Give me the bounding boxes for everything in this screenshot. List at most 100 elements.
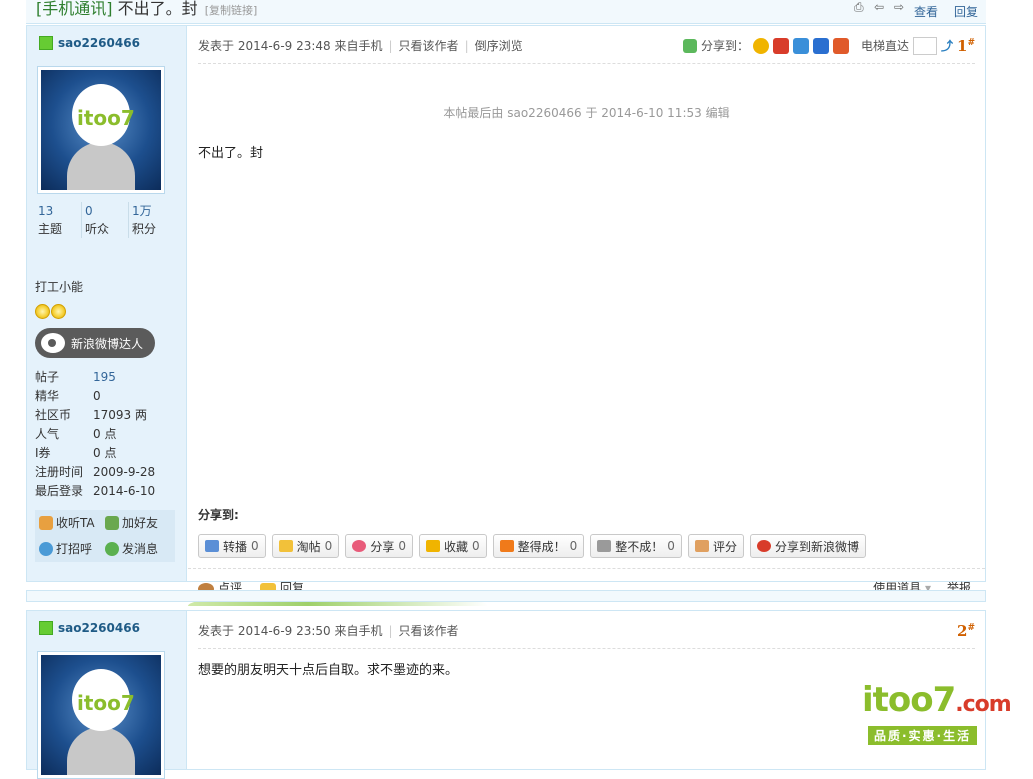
profile-value: 0 点 xyxy=(93,427,117,441)
stat-label: 听众 xyxy=(85,222,110,236)
online-status-icon xyxy=(39,36,53,50)
folder-icon xyxy=(278,540,293,552)
share-weibo-button[interactable]: 分享到新浪微博 xyxy=(749,534,866,558)
stat-label: 积分 xyxy=(132,222,157,236)
heart-icon xyxy=(352,540,367,552)
qzone-icon[interactable] xyxy=(752,37,769,54)
repost-icon xyxy=(205,540,219,552)
button-count: 0 xyxy=(667,539,675,553)
author-name-text: sao2260466 xyxy=(58,621,140,635)
add-friend-button[interactable]: 加好友 xyxy=(105,512,171,534)
button-count: 0 xyxy=(398,539,406,553)
renren-icon[interactable] xyxy=(812,37,829,54)
next-thread-icon[interactable]: ⇨ xyxy=(894,0,908,14)
button-label: 分享 xyxy=(370,539,395,554)
post-separator xyxy=(26,590,986,602)
rate-button[interactable]: 评分 xyxy=(687,534,744,558)
replies-stat: 回复 xyxy=(954,3,978,20)
post-2: sao2260466 itoo7 发表于 2014-6-9 23:50 来自手机… xyxy=(26,610,986,779)
button-label: 整得成！ xyxy=(517,539,566,554)
elevator-go-icon[interactable]: ⤴ xyxy=(941,37,953,54)
avatar-logo-text: itoo7 xyxy=(77,691,135,715)
online-status-icon xyxy=(39,621,53,635)
button-label: 收藏 xyxy=(443,539,468,554)
button-label: 淘帖 xyxy=(296,539,321,554)
action-label: 打招呼 xyxy=(56,542,93,556)
profile-value: 0 点 xyxy=(93,446,117,460)
avatar-logo-text: itoo7 xyxy=(77,106,135,130)
kaixin-icon[interactable] xyxy=(832,37,849,54)
only-author-link[interactable]: 只看该作者 xyxy=(399,37,459,54)
button-count: 0 xyxy=(471,539,480,553)
button-count: 0 xyxy=(251,539,259,553)
floor-number-value: 2 xyxy=(957,621,968,640)
stat-num: 13 xyxy=(38,204,54,218)
action-label: 加好友 xyxy=(122,516,159,530)
watermark-tagline: 品质·实惠·生活 xyxy=(868,726,978,745)
user-rank: 打工小能 xyxy=(35,280,84,294)
watermark-brand-text: itoo7 xyxy=(862,680,956,720)
views-stat: 查看 xyxy=(914,3,938,20)
message-icon xyxy=(105,542,119,556)
avatar[interactable]: itoo7 xyxy=(37,651,165,779)
profile-key: 注册时间 xyxy=(35,465,84,479)
profile-key: 最后登录 xyxy=(35,484,84,498)
upvote-button[interactable]: 整得成！ 0 xyxy=(492,534,585,558)
stat-label: 主题 xyxy=(38,222,63,236)
author-name[interactable]: sao2260466 xyxy=(39,36,140,50)
share-button[interactable]: 分享 0 xyxy=(345,534,413,558)
post-meta: 发表于 2014-6-9 23:48 来自手机 | 只看该作者 | 倒序浏览 分… xyxy=(198,34,975,64)
post-content: 不出了。封 xyxy=(198,146,264,161)
author-profile: 帖子 195 精华 0 社区币 17093 两 人气 0 点 I券 0 点 注册时间 200… xyxy=(35,368,155,501)
weibo-icon xyxy=(756,540,771,552)
star-icon xyxy=(51,304,66,319)
profile-value: 2014-6-10 xyxy=(93,484,156,498)
message-button[interactable]: 发消息 xyxy=(105,538,171,560)
copy-link[interactable]: [复制链接] xyxy=(205,4,258,17)
post-1: sao2260466 itoo7 13 主题 0 听众 1万 积分 打工小能 新浪微博… xyxy=(26,25,986,606)
button-label: 整不成！ xyxy=(615,539,664,554)
stat-num: 1万 xyxy=(132,204,152,218)
floor-number-value: 1 xyxy=(957,36,968,55)
site-watermark: itoo7.com 品质·实惠·生活 xyxy=(862,680,1032,750)
author-sidebar: sao2260466 itoo7 13 主题 0 听众 1万积分 打工小能 新浪微博… xyxy=(27,26,187,581)
tencent-weibo-icon[interactable] xyxy=(792,37,809,54)
weibo-badge[interactable]: 新浪微博达人 xyxy=(35,328,155,358)
button-label: 评分 xyxy=(712,539,737,554)
star-icon xyxy=(425,540,440,552)
rank-stars xyxy=(35,304,66,319)
stat-points[interactable]: 1万积分 xyxy=(128,202,175,238)
profile-value: 17093 两 xyxy=(93,408,147,422)
thread-title: [手机通讯] 不出了。封 [复制链接] xyxy=(36,0,257,19)
post-meta: 发表于 2014-6-9 23:50 来自手机 | 只看该作者 2# xyxy=(198,619,975,649)
post-time: 发表于 2014-6-9 23:50 来自手机 xyxy=(198,624,383,638)
elevator-input[interactable] xyxy=(913,36,937,55)
collect-thread-button[interactable]: 淘帖 0 xyxy=(271,534,340,558)
share-buttons: 转播 0 淘帖 0 分享 0 收藏 0 整得成！ 0 整不成！ 0 评分 分享到新浪微博 xyxy=(198,534,866,558)
thread-category-link[interactable]: [手机通讯] xyxy=(36,0,113,18)
author-name[interactable]: sao2260466 xyxy=(39,621,140,635)
stat-topics[interactable]: 13 主题 xyxy=(35,202,81,238)
only-author-link[interactable]: 只看该作者 xyxy=(399,622,459,639)
prev-thread-icon[interactable]: ⇦ xyxy=(874,0,888,14)
reverse-order-link[interactable]: 倒序浏览 xyxy=(475,37,523,54)
downvote-button[interactable]: 整不成！ 0 xyxy=(590,534,682,558)
repost-button[interactable]: 转播 0 xyxy=(198,534,266,558)
star-icon xyxy=(35,304,50,319)
profile-posts-link[interactable]: 195 xyxy=(93,368,116,387)
weibo-share-icon[interactable] xyxy=(772,37,789,54)
replies-label: 回复 xyxy=(954,5,979,19)
follow-button[interactable]: 收听TA xyxy=(39,512,105,534)
floor-number[interactable]: 1# xyxy=(957,37,975,55)
favorite-button[interactable]: 收藏 0 xyxy=(418,534,487,558)
stat-listeners[interactable]: 0 听众 xyxy=(81,202,128,238)
avatar[interactable]: itoo7 xyxy=(37,66,165,194)
profile-key: 人气 xyxy=(35,427,60,441)
author-name-text: sao2260466 xyxy=(58,36,140,50)
floor-number[interactable]: 2# xyxy=(957,622,975,640)
button-label: 转播 xyxy=(223,539,248,554)
elevator-label: 电梯直达 xyxy=(860,39,909,53)
print-icon[interactable]: ⎙ xyxy=(854,0,868,14)
watermark-brand: itoo7.com xyxy=(862,680,1032,720)
greet-button[interactable]: 打招呼 xyxy=(39,538,105,560)
